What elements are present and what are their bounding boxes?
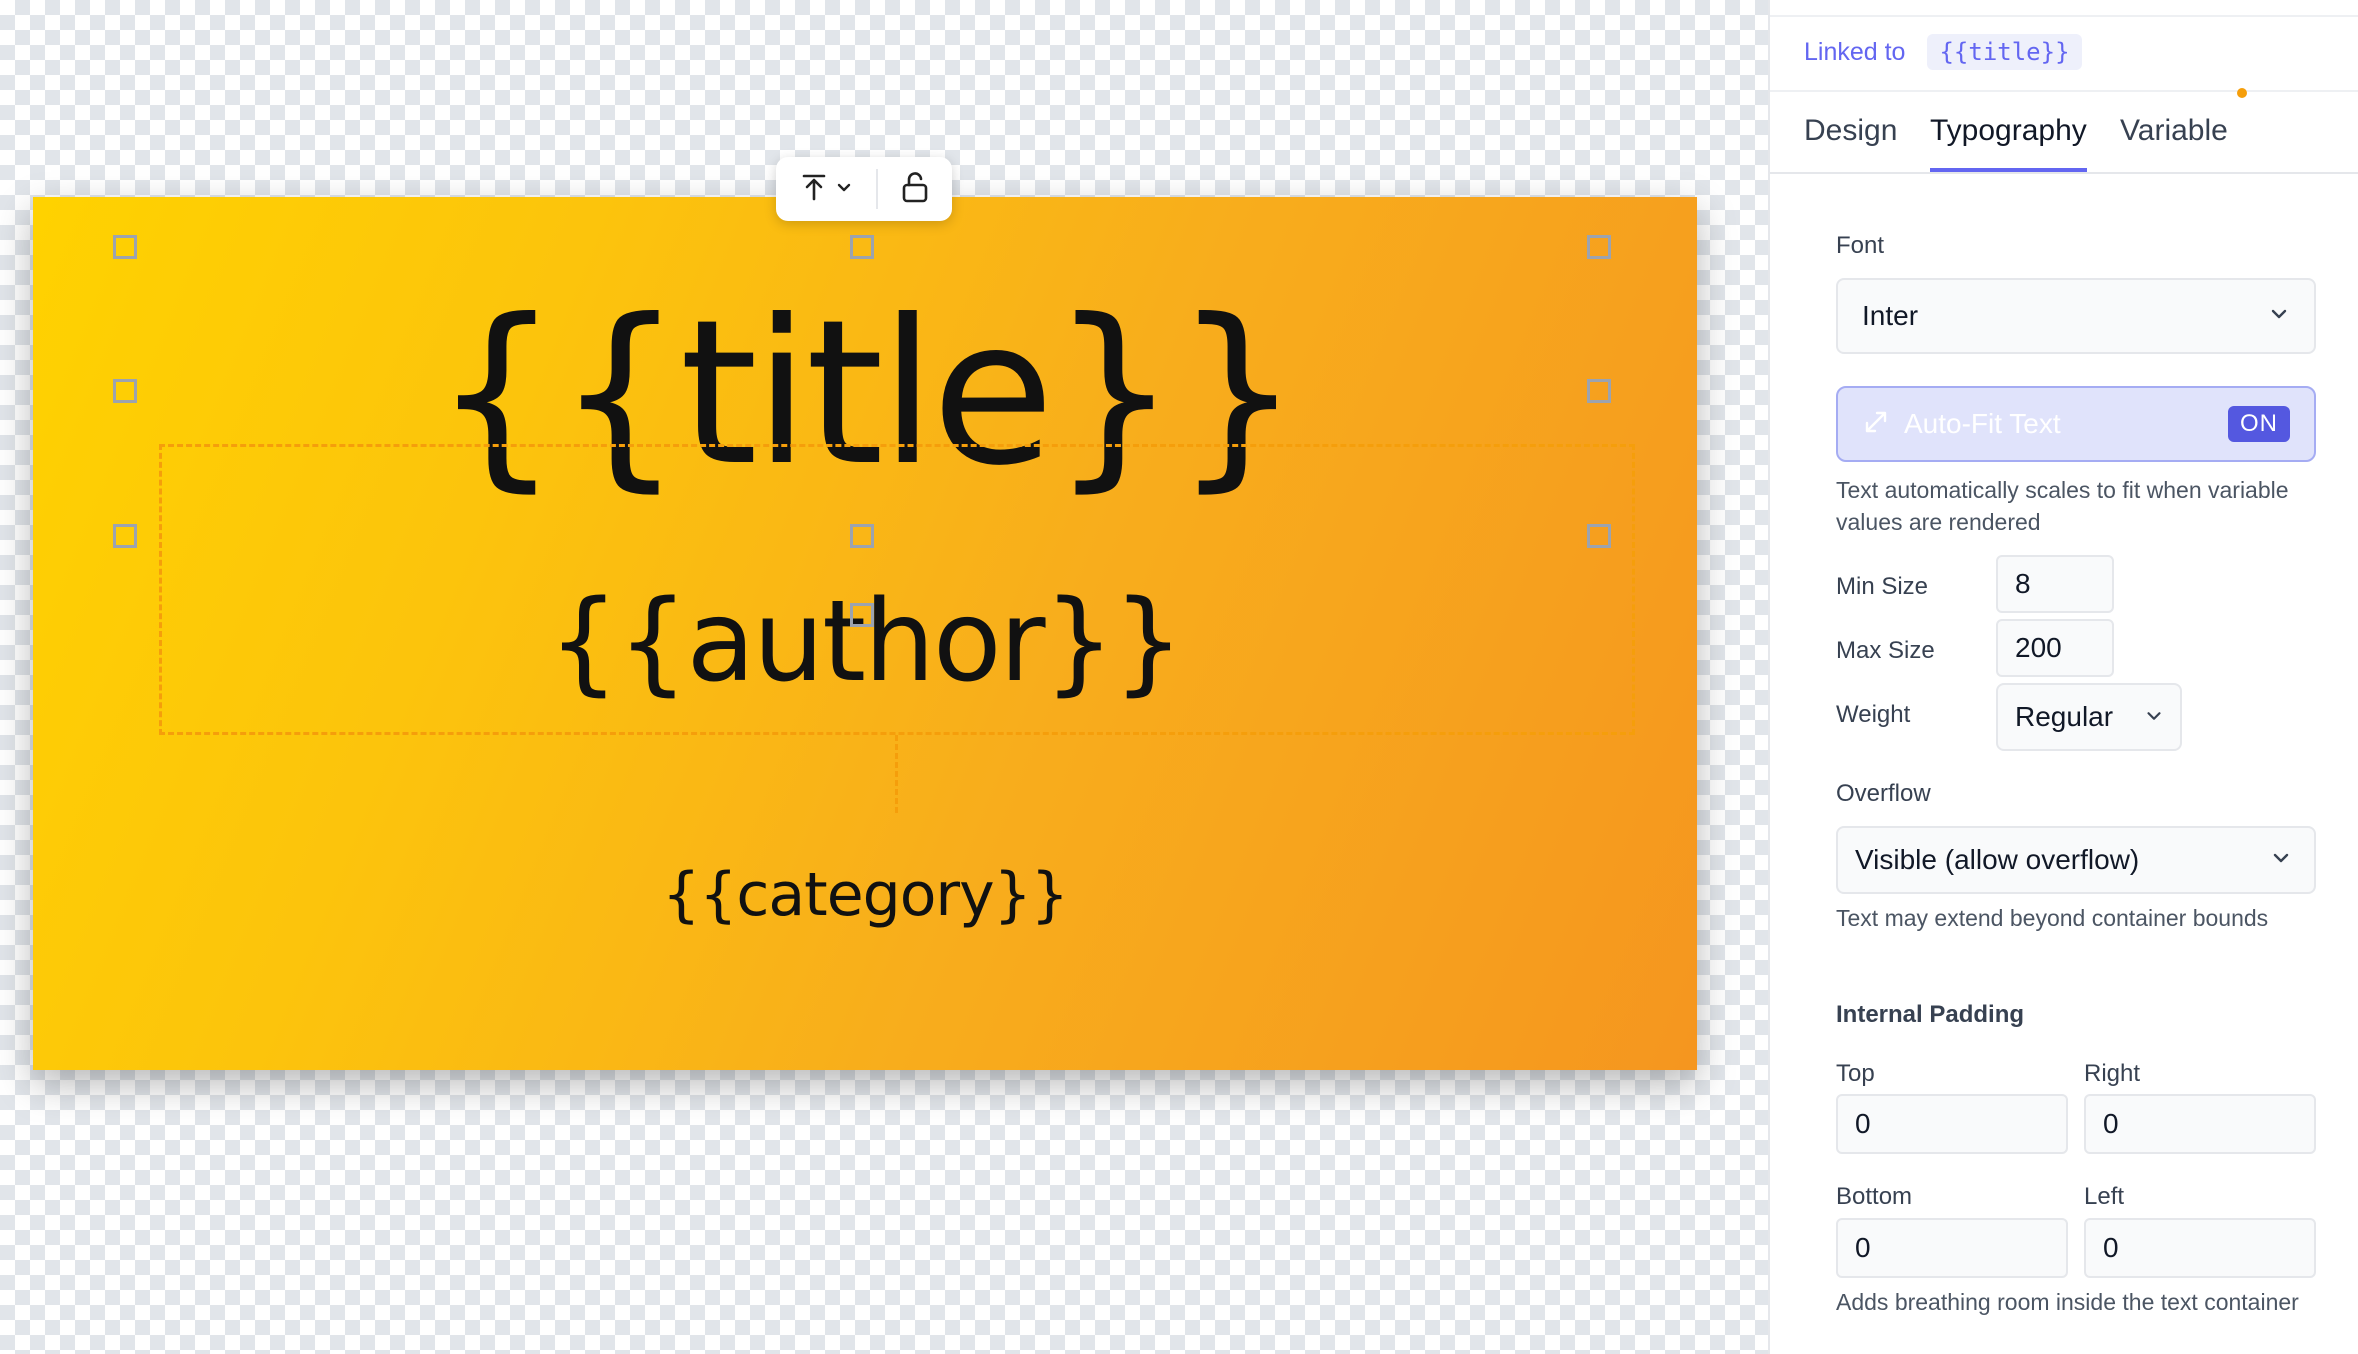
overflow-label: Overflow	[1836, 780, 1931, 807]
unlock-icon	[899, 170, 931, 209]
autofit-toggle[interactable]: Auto-Fit Text ON	[1836, 386, 2316, 462]
font-label: Font	[1836, 232, 1885, 259]
vertical-align-button[interactable]	[776, 157, 876, 221]
linked-label: Linked to	[1804, 37, 1906, 66]
padding-left-input[interactable]: 0	[2084, 1218, 2316, 1278]
max-size-input[interactable]: 200	[1996, 619, 2114, 677]
expand-icon	[1862, 408, 1890, 441]
weight-value: Regular	[2015, 701, 2114, 732]
chevron-down-icon	[2268, 300, 2290, 332]
padding-left-label: Left	[2084, 1183, 2125, 1210]
resize-handle-top[interactable]	[850, 235, 874, 259]
lock-toggle-button[interactable]	[878, 157, 952, 221]
padding-top-input[interactable]: 0	[1836, 1094, 2068, 1154]
canvas-area[interactable]: {{title}} {{author}} {{category}}	[0, 0, 1768, 1354]
weight-select[interactable]: Regular	[1996, 683, 2182, 751]
padding-heading: Internal Padding	[1836, 1001, 2025, 1028]
padding-right-input[interactable]: 0	[2084, 1094, 2316, 1154]
artboard[interactable]: {{title}} {{author}} {{category}}	[33, 197, 1697, 1070]
tab-design[interactable]: Design	[1804, 114, 1897, 168]
rotate-handle[interactable]	[850, 603, 874, 627]
max-size-label: Max Size	[1836, 637, 1935, 664]
overflow-value: Visible (allow overflow)	[1855, 844, 2140, 875]
align-top-icon	[799, 172, 829, 207]
resize-handle-bottom-right[interactable]	[1587, 524, 1611, 548]
overflow-help-text: Text may extend beyond container bounds	[1836, 905, 2269, 931]
resize-handle-right[interactable]	[1587, 379, 1611, 403]
category-text-layer[interactable]: {{category}}	[33, 857, 1697, 933]
font-value: Inter	[1862, 300, 1919, 331]
panel-tabs: Design Typography Variable	[1770, 90, 2358, 174]
autofit-state-badge: ON	[2228, 406, 2290, 442]
tab-typography[interactable]: Typography	[1930, 114, 2087, 172]
floating-toolbar	[776, 157, 952, 221]
padding-bottom-label: Bottom	[1836, 1183, 1913, 1210]
chevron-down-icon	[2270, 844, 2292, 876]
resize-handle-top-right[interactable]	[1587, 235, 1611, 259]
panel-top-divider	[1770, 0, 2358, 17]
min-size-input[interactable]: 8	[1996, 555, 2114, 613]
padding-help-text: Adds breathing room inside the text cont…	[1836, 1289, 2299, 1315]
resize-handle-left[interactable]	[113, 379, 137, 403]
padding-top-label: Top	[1836, 1060, 1875, 1087]
font-select[interactable]: Inter	[1836, 278, 2316, 354]
properties-panel: Linked to {{title}} Design Typography Va…	[1768, 0, 2358, 1354]
title-text-layer[interactable]: {{title}}	[33, 259, 1697, 529]
tab-variable[interactable]: Variable	[2120, 114, 2228, 168]
center-guide	[895, 735, 898, 813]
resize-handle-top-left[interactable]	[113, 235, 137, 259]
chevron-down-icon	[2144, 701, 2164, 733]
author-text-layer[interactable]: {{author}}	[33, 572, 1697, 712]
linked-variable-row: Linked to {{title}}	[1804, 32, 2082, 72]
weight-label: Weight	[1836, 701, 1911, 728]
min-size-label: Min Size	[1836, 573, 1929, 600]
autofit-help-text: Text automatically scales to fit when va…	[1836, 477, 2289, 535]
overflow-select[interactable]: Visible (allow overflow)	[1836, 826, 2316, 894]
resize-handle-bottom-left[interactable]	[113, 524, 137, 548]
autofit-label: Auto-Fit Text	[1904, 408, 2061, 439]
linked-variable-chip[interactable]: {{title}}	[1927, 34, 2082, 70]
padding-bottom-input[interactable]: 0	[1836, 1218, 2068, 1278]
resize-handle-bottom[interactable]	[850, 524, 874, 548]
notification-dot	[2237, 88, 2247, 98]
padding-right-label: Right	[2084, 1060, 2141, 1087]
chevron-down-icon	[835, 178, 853, 201]
